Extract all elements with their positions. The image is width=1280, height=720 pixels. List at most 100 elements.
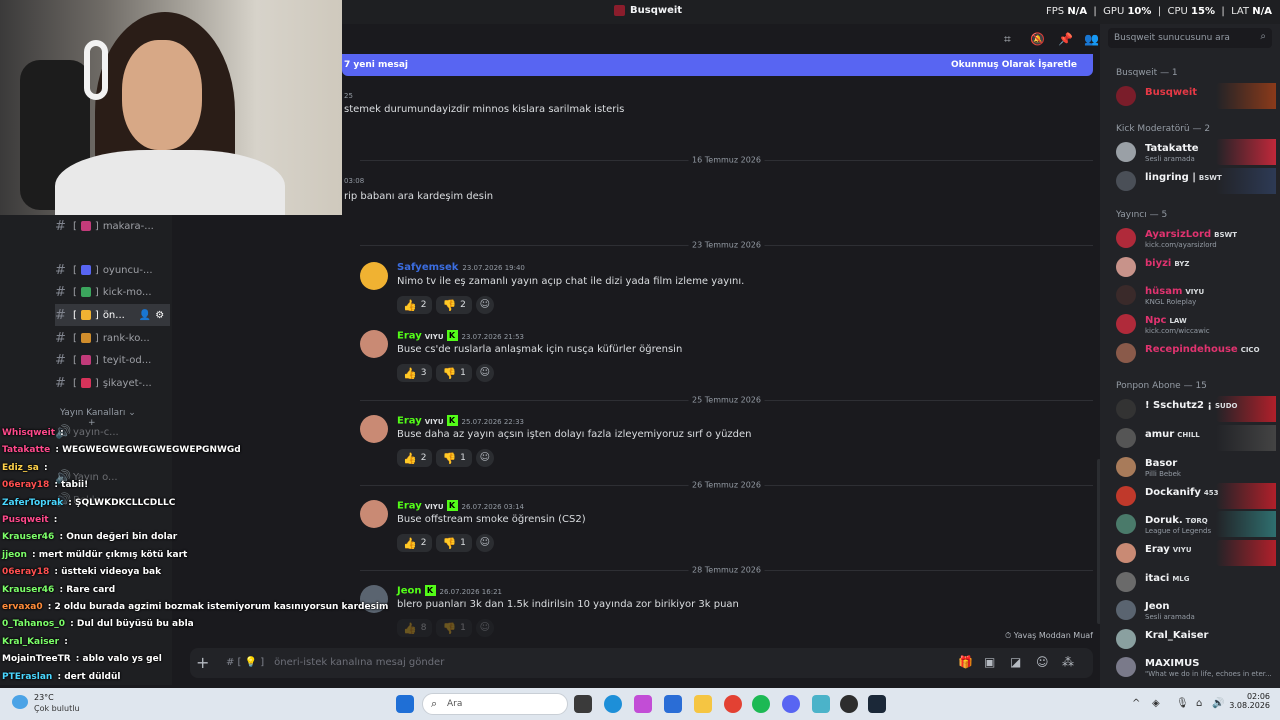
member-item[interactable]: biyzi BYZ [1116, 257, 1276, 281]
tray-app-icon[interactable]: ◈ [1152, 698, 1160, 709]
gift-icon[interactable]: 🎁 [958, 655, 973, 669]
avatar[interactable] [1116, 572, 1136, 592]
avatar[interactable] [1116, 257, 1136, 277]
channel-item[interactable]: #[ ] makara-... [55, 215, 170, 237]
file-explorer-icon[interactable] [694, 695, 712, 713]
clock[interactable]: 02:06 3.08.2026 [1229, 692, 1270, 710]
member-item[interactable]: Busqweit [1116, 83, 1276, 110]
app-icon[interactable] [812, 695, 830, 713]
message-author[interactable]: Safyemsek [397, 262, 458, 273]
member-item[interactable]: MAXIMUS "What we do in life, echoes in et… [1116, 657, 1276, 681]
member-item[interactable]: Eray VIYU [1116, 540, 1276, 567]
message-author[interactable]: Eray [397, 501, 422, 512]
reaction-thumbs-down[interactable]: 👎 2 [436, 296, 472, 314]
reaction-thumbs-up[interactable]: 👍 2 [397, 296, 433, 314]
avatar[interactable] [360, 500, 388, 528]
member-list-icon[interactable]: 👥 [1084, 32, 1099, 46]
mark-as-read-button[interactable]: Okunmuş Olarak İşaretle [951, 60, 1077, 70]
member-group-header[interactable]: Yayıncı — 5 [1116, 210, 1167, 220]
channel-item-active[interactable]: #[ ] ön... 👤 ⚙ [55, 304, 170, 326]
reaction-thumbs-down[interactable]: 👎 1 [436, 449, 472, 467]
new-messages-banner[interactable]: 7 yeni mesaj Okunmuş Olarak İşaretle [342, 54, 1093, 76]
server-search[interactable]: Busqweit sunucusunu ara ⌕ [1108, 28, 1272, 48]
member-item[interactable]: Recepindehouse CICO [1116, 343, 1276, 367]
member-item[interactable]: amur CHILL [1116, 425, 1276, 452]
edge-icon[interactable] [604, 695, 622, 713]
pin-icon[interactable]: 📌 [1058, 32, 1073, 46]
member-group-header[interactable]: Kick Moderatörü — 2 [1116, 124, 1210, 134]
channel-item[interactable]: #[ ] şikayet-... [55, 372, 170, 394]
chrome-icon[interactable] [724, 695, 742, 713]
avatar[interactable] [1116, 86, 1136, 106]
discord-icon[interactable] [782, 695, 800, 713]
avatar[interactable] [1116, 399, 1136, 419]
add-reaction-icon[interactable]: ☺ [475, 364, 494, 382]
message-author[interactable]: Eray [397, 416, 422, 427]
member-item[interactable]: Doruk. TØRQ League of Legends [1116, 511, 1276, 538]
add-reaction-icon[interactable]: ☺ [475, 534, 494, 552]
gif-icon[interactable]: ▣ [984, 655, 995, 669]
avatar[interactable] [1116, 171, 1136, 191]
member-item[interactable]: Dockanify 453 [1116, 483, 1276, 510]
avatar[interactable] [360, 415, 388, 443]
member-item[interactable]: Npc LAW kick.com/wiccawic [1116, 314, 1276, 338]
member-item[interactable]: hüsam VIYU KNGL Roleplay [1116, 285, 1276, 309]
channel-item[interactable]: #[ ] kick-mo... [55, 281, 170, 303]
message-author[interactable]: Eray [397, 331, 422, 342]
threads-icon[interactable]: ⌗ [1004, 32, 1011, 47]
avatar[interactable] [1116, 629, 1136, 649]
avatar[interactable] [1116, 142, 1136, 162]
avatar[interactable] [1116, 285, 1136, 305]
taskbar-search[interactable]: ⌕ Ara [422, 693, 568, 715]
windows-start-icon[interactable] [396, 695, 414, 713]
reaction-thumbs-up[interactable]: 👍 2 [397, 534, 433, 552]
member-item[interactable]: Basor Pilli Bebek [1116, 457, 1276, 481]
reaction-thumbs-down[interactable]: 👎 1 [436, 364, 472, 382]
apps-icon[interactable]: ⁂ [1062, 655, 1074, 669]
steam-icon[interactable] [868, 695, 886, 713]
add-reaction-icon[interactable]: ☺ [475, 619, 494, 637]
store-icon[interactable] [664, 695, 682, 713]
avatar[interactable] [1116, 486, 1136, 506]
avatar[interactable] [360, 262, 388, 290]
channel-item[interactable]: #[ ] rank-ko... [55, 327, 170, 349]
channel-item[interactable]: #[ ] teyit-od... [55, 349, 170, 371]
avatar[interactable] [1116, 543, 1136, 563]
copilot-icon[interactable] [634, 695, 652, 713]
add-reaction-icon[interactable]: ☺ [475, 296, 494, 314]
avatar[interactable] [1116, 314, 1136, 334]
emoji-icon[interactable]: ☺ [1036, 655, 1049, 669]
member-item[interactable]: itaci MLG [1116, 572, 1276, 596]
avatar[interactable] [1116, 228, 1136, 248]
sticker-icon[interactable]: ◪ [1010, 655, 1021, 669]
obs-icon[interactable] [840, 695, 858, 713]
add-reaction-icon[interactable]: ☺ [475, 449, 494, 467]
avatar[interactable] [1116, 514, 1136, 534]
member-item[interactable]: AyarsizLord BSWT kick.com/ayarsizlord [1116, 228, 1276, 252]
avatar[interactable] [1116, 343, 1136, 363]
message-author[interactable]: Jeon [397, 586, 422, 597]
reaction-thumbs-up[interactable]: 👍 3 [397, 364, 433, 382]
avatar[interactable] [1116, 600, 1136, 620]
avatar[interactable] [1116, 428, 1136, 448]
reaction-thumbs-up[interactable]: 👍 8 [397, 619, 433, 637]
member-item[interactable]: Jeon Sesli aramada [1116, 600, 1276, 624]
member-item[interactable]: lingring | BSWT [1116, 168, 1276, 195]
avatar[interactable] [360, 330, 388, 358]
channel-item[interactable]: #[ ] oyuncu-... [55, 259, 170, 281]
member-item[interactable]: ! Sschutz2 ¡ SUDO [1116, 396, 1276, 423]
avatar[interactable] [1116, 657, 1136, 677]
mute-icon[interactable]: 🔕 [1030, 32, 1045, 46]
spotify-icon[interactable] [752, 695, 770, 713]
volume-icon[interactable]: 🔊 [1212, 698, 1224, 709]
member-item[interactable]: Kral_Kaiser [1116, 629, 1276, 653]
reaction-thumbs-down[interactable]: 👎 1 [436, 619, 472, 637]
member-item[interactable]: Tatakatte Sesli aramada [1116, 139, 1276, 166]
avatar[interactable] [1116, 457, 1136, 477]
tray-chevron-icon[interactable]: ^ [1132, 698, 1140, 709]
reaction-thumbs-down[interactable]: 👎 1 [436, 534, 472, 552]
member-group-header[interactable]: Ponpon Abone — 15 [1116, 381, 1207, 391]
microphone-icon[interactable]: 🎙 [1176, 698, 1189, 709]
reaction-thumbs-up[interactable]: 👍 2 [397, 449, 433, 467]
network-icon[interactable]: ⌂ [1196, 698, 1202, 709]
